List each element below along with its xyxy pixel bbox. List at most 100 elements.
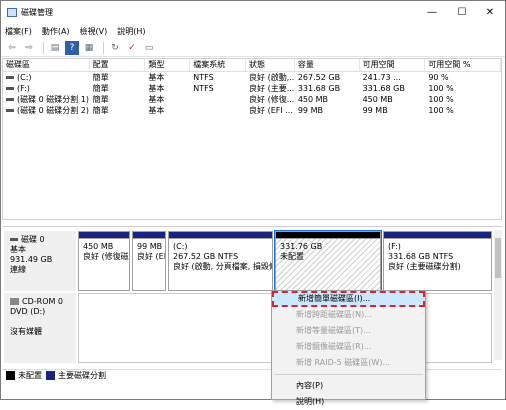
cdrom-name: CD-ROM 0 — [22, 297, 64, 306]
check-icon[interactable]: ✓ — [125, 41, 139, 55]
properties-icon[interactable]: ▦ — [82, 41, 96, 55]
partition-efi[interactable]: 99 MB 良好 (EF — [132, 231, 166, 291]
disk-name: 磁碟 0 — [21, 235, 45, 244]
partition-status: 未配置 — [280, 252, 304, 261]
menu-separator — [274, 374, 423, 375]
table-row[interactable]: (F:) 簡單 基本 NTFS 良好 (主要... 331.68 GB 331.… — [3, 83, 501, 94]
menu-help[interactable]: 說明(H) — [272, 394, 425, 410]
disk-0-label[interactable]: 磁碟 0 基本 931.49 GB 連線 — [4, 231, 76, 291]
partition-size: 450 MB — [83, 242, 114, 251]
context-menu: 新增簡單磁碟區(I)... 新增跨距磁碟區(N)... 新增等量磁碟區(T)..… — [271, 290, 426, 406]
cdrom-status: 沒有媒體 — [10, 327, 42, 336]
cell: 100 % — [428, 95, 454, 104]
cdrom-0-label[interactable]: CD-ROM 0 DVD (D:) 沒有媒體 — [4, 293, 76, 363]
volume-icon — [6, 87, 14, 90]
partition-unallocated[interactable]: 331.76 GB 未配置 — [274, 230, 382, 292]
forward-arrow-icon[interactable]: ⇨ — [22, 41, 36, 55]
partition-status: 良好 (EF — [137, 252, 166, 261]
close-button[interactable]: ✕ — [475, 1, 505, 23]
partition-bar — [276, 232, 380, 239]
menu-new-simple-volume[interactable]: 新增簡單磁碟區(I)... — [272, 291, 425, 307]
vertical-scrollbar[interactable] — [494, 230, 502, 360]
menu-new-raid5-volume[interactable]: 新增 RAID-5 磁碟區(W)... — [272, 355, 425, 371]
col-layout[interactable]: 配置 — [90, 59, 146, 71]
partition-label: (F:) — [388, 242, 401, 251]
cell: 良好 (主要... — [249, 84, 295, 93]
volume-list: 磁碟區 配置 類型 檔案系統 狀態 容量 可用空間 可用空間 % (C:) 簡單… — [2, 58, 502, 220]
cell: (C:) — [17, 73, 32, 82]
menu-help[interactable]: 說明(H) — [117, 26, 145, 37]
partition-bar — [79, 232, 129, 239]
menu-action[interactable]: 動作(A) — [42, 26, 70, 37]
legend-primary-swatch — [46, 371, 55, 380]
col-free-space[interactable]: 可用空間 — [360, 59, 426, 71]
console-icon[interactable]: ▤ — [48, 41, 62, 55]
table-row[interactable]: (磁碟 0 磁碟分割 2) 簡單 基本 良好 (EFI ... 99 MB 99… — [3, 105, 501, 116]
cell: 450 MB — [297, 95, 329, 104]
table-row[interactable]: (C:) 簡單 基本 NTFS 良好 (啟動,... 267.52 GB 241… — [3, 72, 501, 83]
partition-bar — [133, 232, 165, 239]
col-status[interactable]: 狀態 — [246, 59, 295, 71]
col-volume[interactable]: 磁碟區 — [3, 59, 90, 71]
cell: (磁碟 0 磁碟分割 1) — [17, 95, 90, 104]
disk-icon — [10, 238, 18, 241]
partition-size: 99 MB — [137, 242, 163, 251]
menu-file[interactable]: 檔案(F) — [5, 26, 32, 37]
cell: 良好 (EFI ... — [249, 106, 293, 115]
cell: 450 MB — [362, 95, 393, 104]
cell: 良好 (啟動,... — [249, 73, 295, 82]
cell — [190, 105, 246, 116]
refresh-icon[interactable]: ↻ — [108, 41, 122, 55]
partition-recovery[interactable]: 450 MB 良好 (修復磁 — [78, 231, 130, 291]
cell: (F:) — [17, 84, 30, 93]
cell: 簡單 — [92, 95, 109, 104]
maximize-button[interactable]: ☐ — [447, 1, 477, 23]
partition-status: 良好 (啟動, 分頁檔案, 損毀傾 — [173, 262, 273, 271]
partition-size: 331.68 GB NTFS — [388, 252, 454, 261]
disk-graphical-view: 磁碟 0 基本 931.49 GB 連線 450 MB 良好 (修復磁 99 M… — [2, 226, 502, 366]
partition-f[interactable]: (F:) 331.68 GB NTFS 良好 (主要磁碟分割) — [383, 231, 492, 291]
cell: 基本 — [148, 73, 165, 82]
window-title: 磁碟管理 — [21, 7, 53, 17]
cell: 331.68 GB — [362, 84, 405, 93]
cell: 90 % — [428, 73, 449, 82]
legend: 未配置 主要磁碟分割 — [2, 369, 502, 381]
volume-list-header: 磁碟區 配置 類型 檔案系統 狀態 容量 可用空間 可用空間 % — [3, 59, 501, 72]
toolbar-separator — [43, 41, 44, 54]
col-filesystem[interactable]: 檔案系統 — [190, 59, 247, 71]
view-icon[interactable]: ▭ — [142, 41, 156, 55]
cell: 331.68 GB — [297, 84, 341, 93]
partition-c[interactable]: (C:) 267.52 GB NTFS 良好 (啟動, 分頁檔案, 損毀傾 — [168, 231, 273, 291]
cell: NTFS — [193, 73, 214, 82]
help-icon[interactable]: ? — [65, 40, 79, 55]
cell: 簡單 — [92, 106, 109, 115]
minimize-button[interactable]: — — [417, 1, 447, 23]
back-arrow-icon[interactable]: ⇦ — [5, 41, 19, 55]
menu-new-spanned-volume[interactable]: 新增跨距磁碟區(N)... — [272, 307, 425, 323]
cell: 基本 — [148, 84, 165, 93]
menu-view[interactable]: 檢視(V) — [80, 26, 108, 37]
partition-size: 331.76 GB — [280, 242, 323, 251]
legend-primary-label: 主要磁碟分割 — [58, 371, 106, 380]
legend-unallocated-label: 未配置 — [18, 371, 42, 380]
cell: (磁碟 0 磁碟分割 2) — [17, 106, 90, 115]
toolbar: ⇦ ⇨ ▤ ? ▦ ↻ ✓ ▭ — [1, 39, 505, 57]
col-type[interactable]: 類型 — [145, 59, 191, 71]
menu-properties[interactable]: 內容(P) — [272, 378, 425, 394]
col-capacity[interactable]: 容量 — [295, 59, 360, 71]
menu-new-mirrored-volume[interactable]: 新增鏡像磁碟區(R)... — [272, 339, 425, 355]
cell: 100 % — [428, 106, 454, 115]
partition-bar — [384, 232, 491, 239]
volume-icon — [6, 98, 14, 101]
cell: 基本 — [148, 95, 165, 104]
partition-size: 267.52 GB NTFS — [173, 252, 239, 261]
cell: 241.73 ... — [362, 73, 401, 82]
menu-bar: 檔案(F) 動作(A) 檢視(V) 說明(H) — [1, 23, 505, 39]
table-row[interactable]: (磁碟 0 磁碟分割 1) 簡單 基本 良好 (修復... 450 MB 450… — [3, 94, 501, 105]
disk-management-icon — [7, 7, 17, 17]
cell: 267.52 GB — [297, 73, 341, 82]
col-free-percent[interactable]: 可用空間 % — [425, 59, 501, 71]
scrollbar-thumb[interactable] — [495, 238, 501, 278]
menu-new-striped-volume[interactable]: 新增等量磁碟區(T)... — [272, 323, 425, 339]
partition-label: (C:) — [173, 242, 188, 251]
